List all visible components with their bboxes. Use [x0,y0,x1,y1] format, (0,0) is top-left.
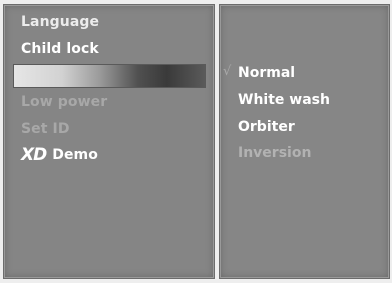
menu-item-child-lock[interactable]: Child lock [21,40,99,58]
xd-logo-icon: XD [21,145,47,165]
menu-item-label: Child lock [21,41,99,57]
submenu-item-label: Inversion [238,145,312,161]
menu-item-selected-highlight[interactable] [13,64,206,88]
submenu-item-label: White wash [238,92,330,108]
menu-item-label: Set ID [21,121,70,137]
menu-item-label: Demo [52,147,98,163]
submenu-item-label: Normal [238,65,296,81]
menu-item-label: Low power [21,94,108,110]
menu-item-set-id[interactable]: Set ID [21,120,70,138]
submenu-panel: √ Normal White wash Orbiter Inversion [219,4,390,279]
osd-screen: Language Child lock Low power Set ID XD D… [0,0,392,283]
menu-item-xd-demo[interactable]: XD Demo [21,146,98,164]
submenu-item-inversion[interactable]: Inversion [238,144,311,162]
menu-item-low-power[interactable]: Low power [21,93,107,111]
submenu-item-orbiter[interactable]: Orbiter [238,118,295,136]
submenu-item-label: Orbiter [238,119,295,135]
checkmark-icon: √ [223,64,232,79]
main-menu-panel: Language Child lock Low power Set ID XD D… [3,4,215,279]
submenu-item-normal[interactable]: Normal [238,64,295,82]
menu-item-label: Language [21,14,100,30]
submenu-item-white-wash[interactable]: White wash [238,91,330,109]
menu-item-language[interactable]: Language [21,13,99,31]
